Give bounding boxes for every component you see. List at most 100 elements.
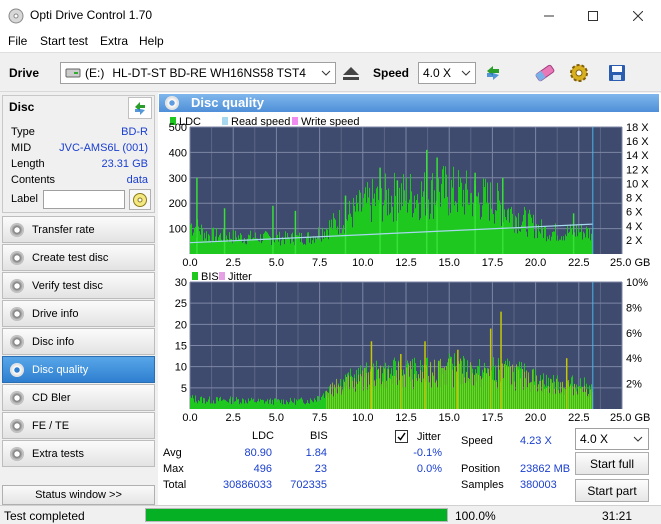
settings-button[interactable]: [566, 60, 592, 86]
elapsed-time: 31:21: [602, 509, 633, 523]
stats-max-jitter: 0.0%: [416, 463, 442, 475]
drive-letter: (E:): [85, 66, 105, 80]
menu-start-test[interactable]: Start test: [40, 34, 88, 48]
disc-type-label: Type: [11, 126, 35, 138]
test-speed-select[interactable]: 4.0 X: [575, 428, 649, 450]
disc-length-label: Length: [11, 158, 45, 170]
stats-header-ldc: LDC: [252, 430, 275, 442]
refresh-arrows-icon: [487, 66, 499, 80]
save-button[interactable]: [604, 60, 630, 86]
refresh-speed-button[interactable]: [480, 60, 506, 86]
nav-label: Extra tests: [32, 447, 84, 460]
y2-tick-label: 8%: [626, 302, 642, 314]
x-tick-label: 25.0 GB: [610, 412, 650, 423]
menu-help[interactable]: Help: [139, 34, 164, 48]
close-button[interactable]: [615, 0, 660, 31]
disc-icon: [10, 418, 24, 433]
jitter-checkbox[interactable]: [395, 430, 408, 443]
y-tick-label: 15: [175, 341, 187, 353]
disc-type-value: BD-R: [121, 126, 148, 138]
disc-label-label: Label: [11, 193, 38, 205]
nav-verify-test-disc[interactable]: Verify test disc: [2, 272, 155, 299]
drive-select[interactable]: (E:) HL-DT-ST BD-RE WH16NS58 TST4: [60, 62, 336, 84]
eject-icon: [343, 67, 359, 80]
progress-bar: [145, 508, 448, 522]
disc-refresh-button[interactable]: [128, 97, 152, 119]
x-tick-label: 17.5: [482, 412, 503, 423]
nav-disc-info[interactable]: Disc info: [2, 328, 155, 355]
disc-label-input[interactable]: [43, 190, 125, 209]
x-tick-label: 0.0: [182, 257, 197, 268]
speed-label: Speed: [373, 66, 410, 80]
speed-stat-value: 4.23 X: [520, 435, 552, 447]
app-disc-icon: [8, 8, 24, 24]
ldc-chart: LDC Read speed Write speed 0.0 2.5 5.0 7.5 1…: [158, 113, 661, 268]
window-title: Opti Drive Control 1.70: [30, 8, 153, 22]
eraser-icon: [535, 64, 555, 82]
minimize-button[interactable]: [526, 0, 571, 31]
stats-avg-bis: 1.84: [305, 447, 327, 459]
eject-button[interactable]: [338, 60, 364, 86]
y-tick-label: 5: [181, 383, 187, 395]
erase-button[interactable]: [532, 60, 558, 86]
drive-icon: [65, 68, 81, 78]
drive-name: HL-DT-ST BD-RE WH16NS58 TST4: [112, 66, 306, 80]
stats-avg-label: Avg: [163, 447, 182, 459]
y-tick-label: 30: [175, 277, 187, 289]
x-tick-label: 25.0 GB: [610, 257, 650, 268]
nav-disc-quality[interactable]: Disc quality: [2, 356, 155, 383]
start-full-button[interactable]: Start full: [575, 452, 649, 475]
nav-extra-tests[interactable]: Extra tests: [2, 440, 155, 467]
y-tick-label: 25: [175, 298, 187, 310]
y-tick-label: 10: [175, 362, 187, 374]
x-tick-label: 7.5: [312, 412, 327, 423]
disc-header: Disc: [9, 100, 35, 114]
disc-label-button[interactable]: [129, 189, 151, 210]
stats-avg-jitter: -0.1%: [413, 447, 442, 459]
maximize-icon: [587, 10, 598, 21]
disc-icon: [10, 278, 24, 293]
disc-info-panel: Disc Type BD-R MID JVC-AMS6L (001) Lengt…: [2, 95, 155, 213]
legend-write-speed: Write speed: [301, 116, 360, 128]
chevron-down-icon: [633, 436, 643, 442]
menu-file[interactable]: File: [8, 34, 27, 48]
start-part-button[interactable]: Start part: [575, 479, 649, 502]
nav-fe-te[interactable]: FE / TE: [2, 412, 155, 439]
disc-icon: [10, 334, 24, 349]
nav-cd-bler[interactable]: CD Bler: [2, 384, 155, 411]
panel-title: Disc quality: [191, 95, 264, 110]
maximize-button[interactable]: [570, 0, 615, 31]
y2-tick-label: 14 X: [626, 150, 649, 162]
status-window-button[interactable]: Status window >>: [2, 485, 155, 505]
x-tick-label: 5.0: [269, 257, 284, 268]
x-tick-label: 0.0: [182, 412, 197, 423]
disc-label-icon: [133, 192, 147, 207]
floppy-save-icon: [609, 65, 625, 81]
nav-label: CD Bler: [32, 391, 71, 404]
x-tick-label: 20.0: [525, 257, 546, 268]
menu-extra[interactable]: Extra: [100, 34, 128, 48]
legend-read-speed: Read speed: [231, 116, 290, 128]
y2-tick-label: 16 X: [626, 136, 649, 148]
status-bar: Test completed 100.0% 31:21: [0, 505, 661, 524]
stats-total-bis: 702335: [290, 479, 327, 491]
legend-swatch-jitter: [219, 272, 225, 280]
position-value: 23862 MB: [520, 463, 571, 475]
nav-create-test-disc[interactable]: Create test disc: [2, 244, 155, 271]
menu-bar: File Start test Extra Help: [0, 31, 661, 53]
x-tick-label: 15.0: [438, 412, 459, 423]
nav-transfer-rate[interactable]: Transfer rate: [2, 216, 155, 243]
speed-select[interactable]: 4.0 X: [418, 62, 476, 84]
y2-tick-label: 2 X: [626, 235, 643, 247]
legend-swatch-write-speed: [292, 117, 298, 125]
progress-fill: [146, 509, 447, 521]
y2-tick-label: 6 X: [626, 207, 643, 219]
nav-drive-info[interactable]: Drive info: [2, 300, 155, 327]
stats-max-bis: 23: [314, 463, 327, 475]
y2-tick-label: 4 X: [626, 221, 643, 233]
jitter-label: Jitter: [417, 431, 441, 443]
nav-label: Transfer rate: [32, 223, 95, 236]
x-tick-label: 22.5: [568, 257, 589, 268]
y2-tick-label: 18 X: [626, 122, 649, 134]
stats-max-label: Max: [163, 463, 184, 475]
